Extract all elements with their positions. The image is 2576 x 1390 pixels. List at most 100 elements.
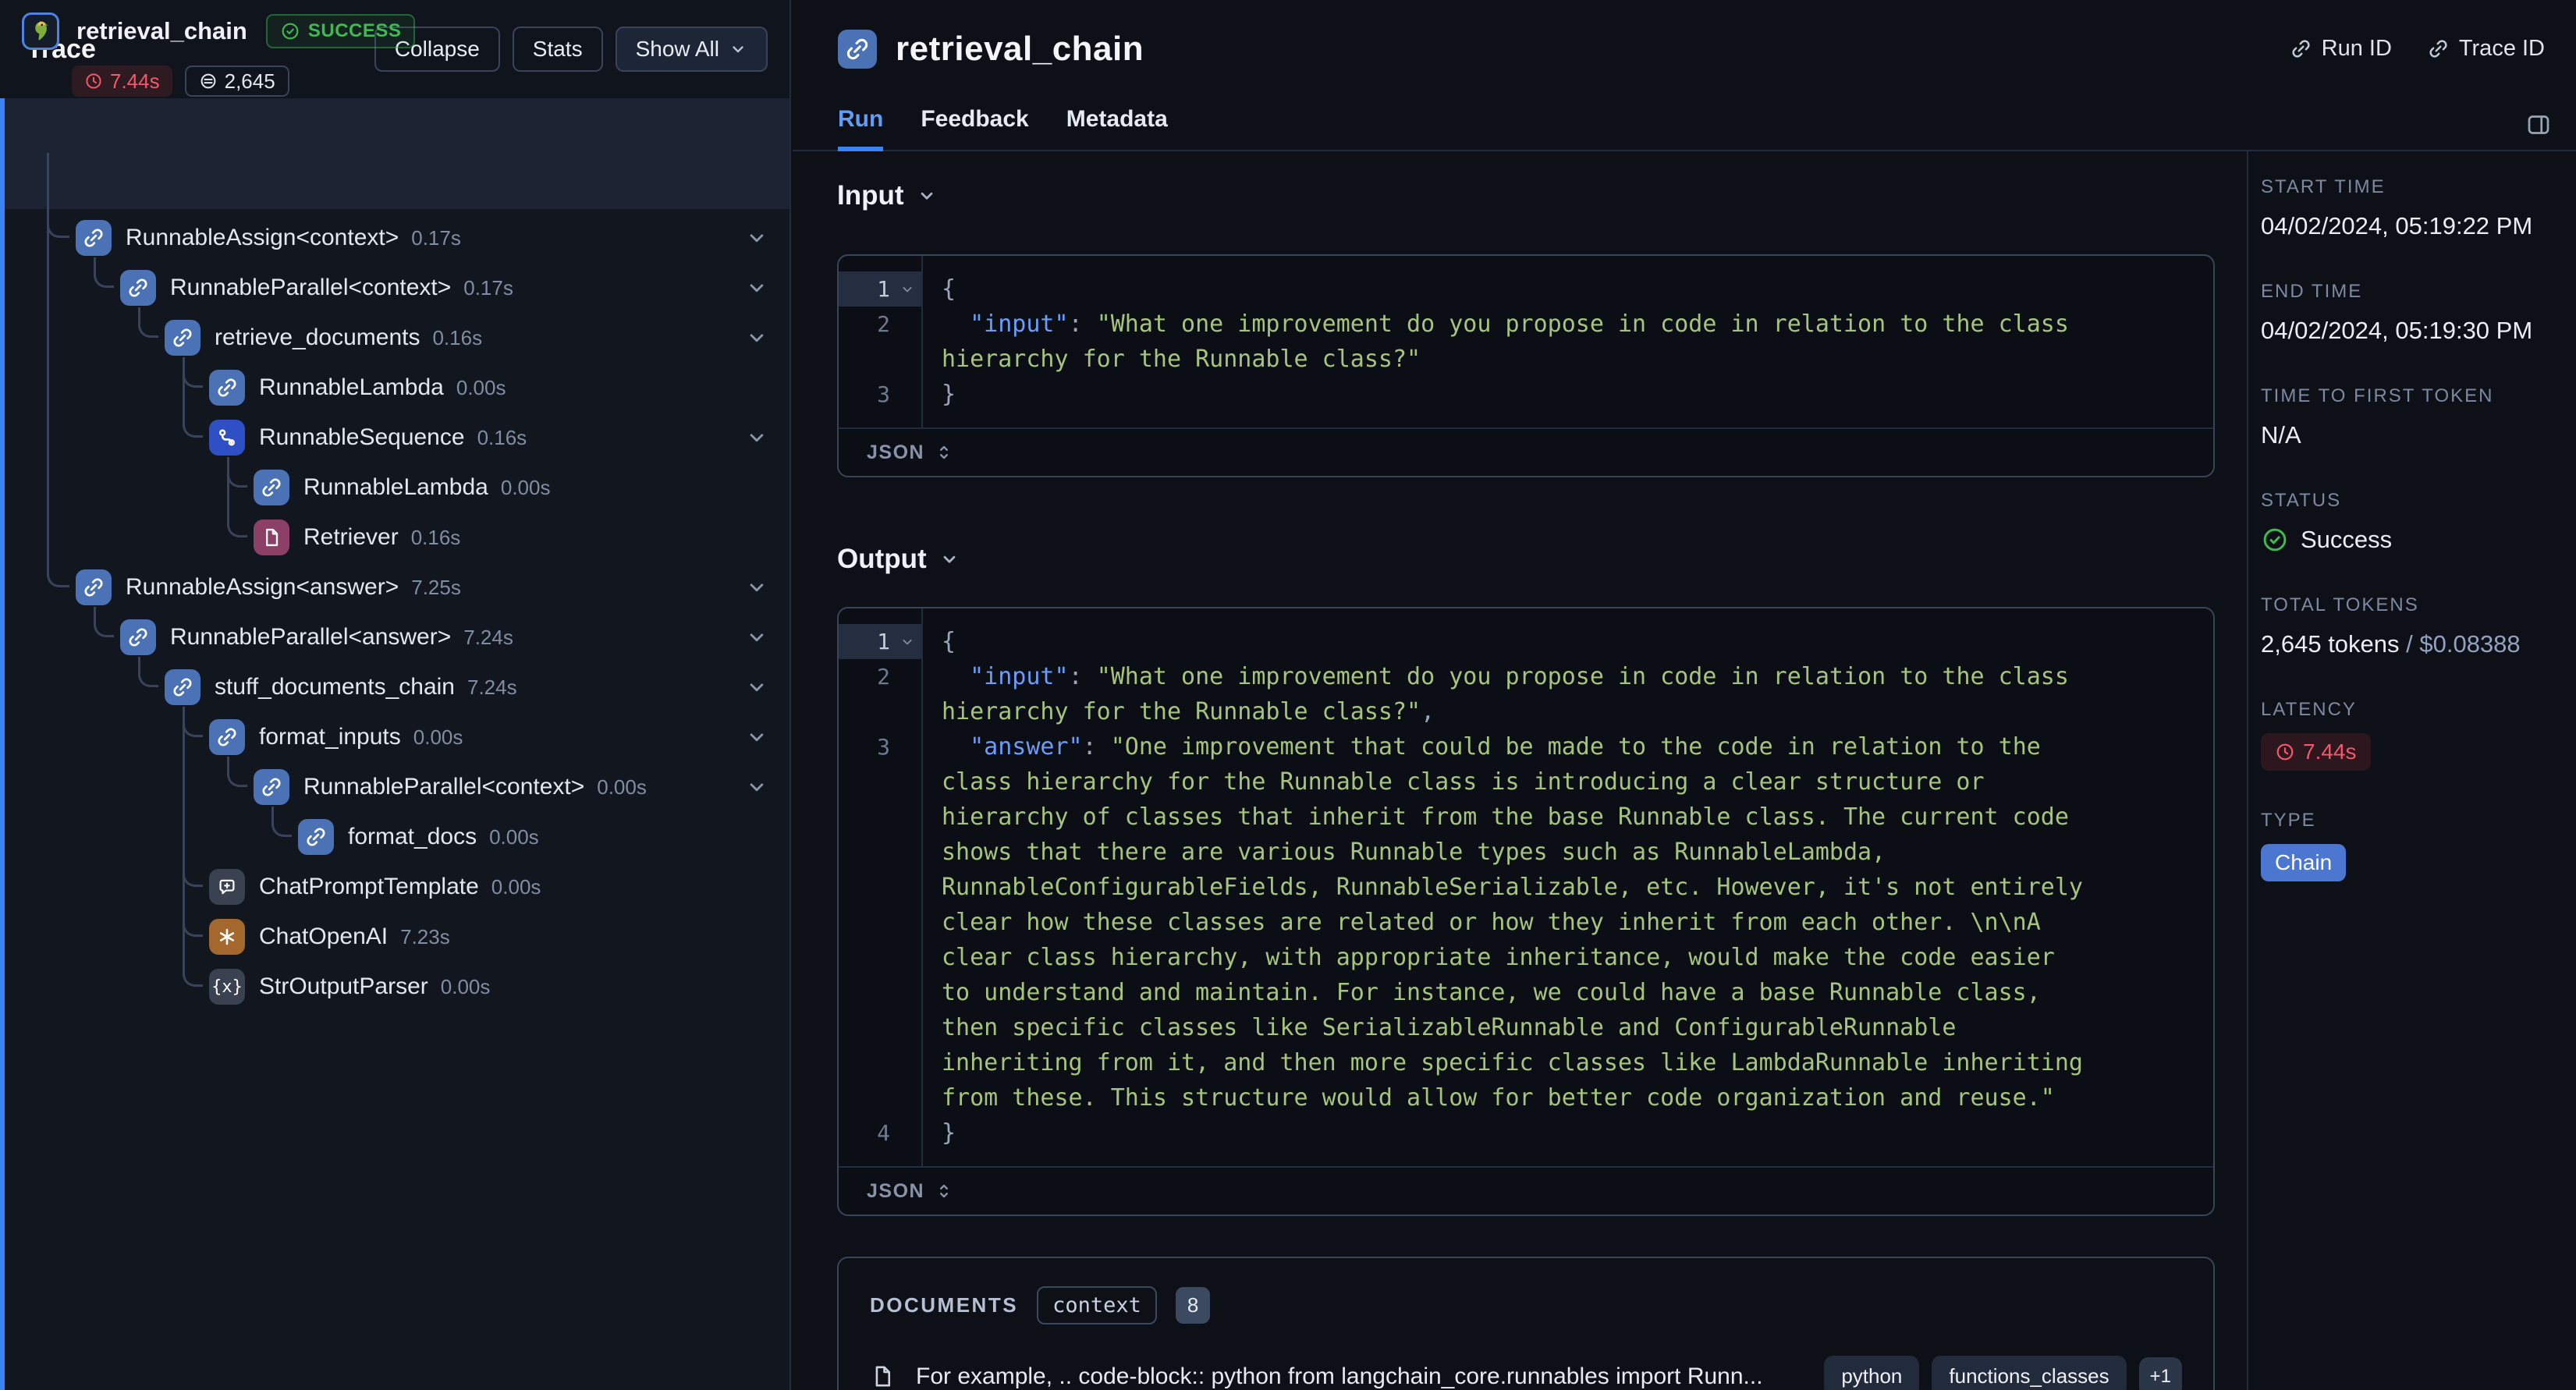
tree-row-label: RunnableLambda bbox=[303, 474, 488, 500]
document-tag: functions_classes bbox=[1932, 1356, 2127, 1390]
run-detail-header: retrieval_chain Run ID Trace ID Run Feedb… bbox=[793, 0, 2576, 151]
trace-id-button[interactable]: Trace ID bbox=[2428, 36, 2545, 62]
tree-row[interactable]: stuff_documents_chain 7.24s bbox=[165, 662, 517, 712]
meta-field-label: TIME TO FIRST TOKEN bbox=[2261, 385, 2494, 406]
toggle-sidebar-icon[interactable] bbox=[2525, 111, 2553, 139]
line-number-gutter: 3 bbox=[839, 729, 921, 1115]
meta-field-label: TYPE bbox=[2261, 810, 2316, 831]
tree-row[interactable]: Retriever 0.16s bbox=[254, 512, 460, 562]
chevron-down-icon[interactable] bbox=[745, 326, 768, 349]
output-section-heading[interactable]: Output bbox=[837, 543, 2215, 576]
chevron-down-icon[interactable] bbox=[745, 426, 768, 449]
chevron-down-icon[interactable] bbox=[745, 775, 768, 799]
tab-metadata[interactable]: Metadata bbox=[1066, 106, 1168, 151]
langchain-parrot-icon bbox=[22, 12, 59, 50]
tree-root-row[interactable] bbox=[5, 98, 789, 209]
documents-heading: DOCUMENTS bbox=[870, 1293, 1019, 1317]
input-format-selector[interactable]: JSON bbox=[839, 427, 2213, 476]
tree-row[interactable]: RunnableLambda 0.00s bbox=[254, 463, 550, 512]
tab-feedback[interactable]: Feedback bbox=[921, 106, 1028, 151]
tree-row[interactable]: RunnableLambda 0.00s bbox=[209, 363, 506, 413]
tree-row-duration: 7.24s bbox=[463, 625, 513, 649]
input-section-heading[interactable]: Input bbox=[837, 179, 2215, 212]
chevron-down-icon[interactable] bbox=[745, 576, 768, 599]
link-icon bbox=[2292, 40, 2310, 58]
tree-row[interactable]: RunnableParallel<context> 0.17s bbox=[120, 263, 513, 313]
chevron-down-icon bbox=[917, 186, 937, 206]
gutter-divider bbox=[921, 256, 923, 427]
document-tag: python bbox=[1824, 1356, 1920, 1390]
line-number: 3 bbox=[877, 734, 890, 760]
tree-connector bbox=[183, 707, 203, 937]
tree-row-duration: 0.17s bbox=[411, 225, 461, 250]
document-tags: python functions_classes +1 bbox=[1824, 1356, 2182, 1390]
tree-row[interactable]: RunnableAssign<answer> 7.25s bbox=[76, 562, 461, 612]
tree-row-label: RunnableLambda bbox=[259, 374, 444, 400]
chevron-down-icon[interactable] bbox=[745, 626, 768, 649]
token-count: 2,645 tokens bbox=[2261, 630, 2400, 658]
output-format-selector[interactable]: JSON bbox=[839, 1166, 2213, 1214]
selected-trace-accent-bar bbox=[0, 98, 5, 1390]
line-number-gutter: 2 bbox=[839, 659, 921, 729]
meta-field-value: N/A bbox=[2261, 421, 2301, 449]
tree-row[interactable]: RunnableSequence 0.16s bbox=[209, 413, 527, 463]
tree-row[interactable]: RunnableParallel<context> 0.00s bbox=[254, 762, 647, 812]
trace-panel: Trace Collapse Stats Show All retrieval_… bbox=[0, 0, 791, 1390]
tree-row[interactable]: RunnableAssign<context> 0.17s bbox=[76, 213, 461, 263]
chevron-down-icon bbox=[939, 549, 960, 569]
root-run-metrics: 7.44s 2,645 bbox=[72, 66, 289, 97]
fold-chevron-icon[interactable] bbox=[893, 271, 921, 307]
tree-row[interactable]: format_inputs 0.00s bbox=[209, 712, 463, 762]
fold-chevron-icon[interactable] bbox=[893, 624, 921, 659]
tree-row[interactable]: {x} StrOutputParser 0.00s bbox=[209, 962, 490, 1012]
tree-row-duration: 0.17s bbox=[463, 275, 513, 300]
code-text: "input": "What one improvement do you pr… bbox=[921, 659, 2084, 729]
show-all-dropdown[interactable]: Show All bbox=[615, 27, 768, 72]
code-segment-str: "One improvement that could be made to t… bbox=[942, 733, 2098, 1112]
document-snippet: For example, .. code-block:: python from… bbox=[916, 1363, 1763, 1389]
tree-row-duration: 0.00s bbox=[456, 375, 506, 399]
retriever-doc-icon bbox=[254, 519, 289, 555]
chevron-down-icon[interactable] bbox=[745, 226, 768, 250]
meta-field-label: START TIME bbox=[2261, 176, 2386, 197]
tree-row[interactable]: ChatPromptTemplate 0.00s bbox=[209, 862, 541, 912]
meta-field: START TIME 04/02/2024, 05:19:22 PM bbox=[2261, 176, 2560, 242]
code-segment-key: "input" bbox=[970, 310, 1069, 338]
line-number-gutter: 1 bbox=[839, 271, 921, 307]
tree-row[interactable]: retrieve_documents 0.16s bbox=[165, 313, 482, 363]
chain-link-icon bbox=[76, 569, 112, 605]
code-text: } bbox=[921, 1115, 2084, 1151]
tree-row-label: format_inputs bbox=[259, 724, 401, 750]
tree-row-duration: 7.24s bbox=[467, 675, 517, 699]
line-number: 4 bbox=[877, 1120, 890, 1146]
line-number: 2 bbox=[877, 311, 890, 337]
code-segment-punc: { bbox=[942, 275, 956, 303]
tab-run[interactable]: Run bbox=[838, 106, 884, 151]
code-line: 3} bbox=[839, 377, 2213, 412]
tree-row-label: RunnableParallel<answer> bbox=[170, 624, 452, 650]
tree-row-duration: 7.25s bbox=[411, 575, 461, 599]
chain-link-icon bbox=[165, 669, 200, 705]
chain-link-icon bbox=[254, 470, 289, 505]
tree-row[interactable]: format_docs 0.00s bbox=[298, 812, 539, 862]
tokens-icon bbox=[200, 73, 216, 89]
chevron-down-icon[interactable] bbox=[745, 725, 768, 749]
line-number-gutter: 2 bbox=[839, 307, 921, 377]
chevron-down-icon[interactable] bbox=[745, 276, 768, 300]
tree-row[interactable]: RunnableParallel<answer> 7.24s bbox=[120, 612, 513, 662]
root-run-name[interactable]: retrieval_chain bbox=[76, 17, 247, 45]
document-row[interactable]: For example, .. code-block:: python from… bbox=[870, 1356, 2182, 1390]
chevron-down-icon[interactable] bbox=[745, 675, 768, 699]
code-segment-str: "What one improvement do you propose in … bbox=[942, 310, 2083, 373]
code-text: } bbox=[921, 377, 2084, 412]
run-id-button[interactable]: Run ID bbox=[2290, 36, 2392, 62]
tree-row-label: format_docs bbox=[348, 824, 477, 849]
stats-button[interactable]: Stats bbox=[512, 27, 603, 72]
tree-row[interactable]: ChatOpenAI 7.23s bbox=[209, 912, 450, 962]
meta-field: END TIME 04/02/2024, 05:19:30 PM bbox=[2261, 281, 2560, 346]
tree-connector bbox=[47, 153, 69, 587]
run-detail-panel: retrieval_chain Run ID Trace ID Run Feedb… bbox=[793, 0, 2576, 1390]
status-badge: SUCCESS bbox=[265, 14, 416, 48]
